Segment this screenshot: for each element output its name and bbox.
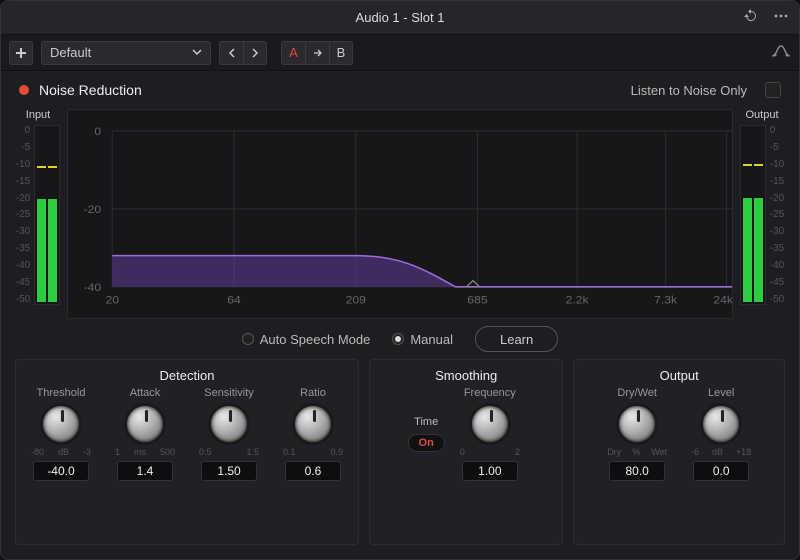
next-preset-button[interactable] <box>243 41 267 65</box>
smoothing-frequency-value[interactable]: 1.00 <box>462 461 518 481</box>
threshold-value[interactable]: -40.0 <box>33 461 89 481</box>
preset-select[interactable]: Default <box>41 41 211 65</box>
drywet-value[interactable]: 80.0 <box>609 461 665 481</box>
mode-row: Auto Speech Mode Manual Learn <box>1 319 799 359</box>
learn-button-label: Learn <box>500 332 533 347</box>
sensitivity-knob[interactable] <box>208 403 250 445</box>
titlebar: Audio 1 - Slot 1 <box>1 1 799 35</box>
auto-speech-mode-label: Auto Speech Mode <box>260 332 371 347</box>
ratio-knob[interactable] <box>292 403 334 445</box>
detection-panel-title: Detection <box>160 368 215 383</box>
drywet-label: Dry/Wet <box>617 387 657 399</box>
level-label: Level <box>708 387 734 399</box>
output-panel-title: Output <box>660 368 699 383</box>
smoothing-time-label: Time <box>414 416 438 428</box>
auto-speech-mode-radio[interactable]: Auto Speech Mode <box>242 332 371 347</box>
automation-icon[interactable] <box>771 44 791 61</box>
svg-text:-20: -20 <box>84 202 102 216</box>
sensitivity-label: Sensitivity <box>204 387 254 399</box>
copy-a-to-b-button[interactable] <box>305 41 329 65</box>
manual-mode-label: Manual <box>410 332 453 347</box>
attack-value[interactable]: 1.4 <box>117 461 173 481</box>
listen-only-checkbox[interactable] <box>765 82 781 98</box>
svg-text:64: 64 <box>227 293 241 307</box>
input-meter-label: Input <box>26 109 50 121</box>
add-preset-button[interactable] <box>9 41 33 65</box>
toolbar: Default A B <box>1 35 799 71</box>
prev-preset-button[interactable] <box>219 41 243 65</box>
ratio-value[interactable]: 0.6 <box>285 461 341 481</box>
output-panel: Output Dry/Wet Dry % Wet 80.0 Level <box>573 359 785 545</box>
detection-panel: Detection Threshold -80 dB -3 -40.0 Atta… <box>15 359 359 545</box>
ratio-label: Ratio <box>300 387 326 399</box>
level-knob[interactable] <box>700 403 742 445</box>
preset-select-label: Default <box>50 45 91 60</box>
window-title: Audio 1 - Slot 1 <box>356 10 445 25</box>
drywet-knob[interactable] <box>616 403 658 445</box>
learn-button[interactable]: Learn <box>475 326 558 352</box>
output-meter-label: Output <box>745 109 778 121</box>
undo-history-icon[interactable] <box>743 8 759 27</box>
svg-text:0: 0 <box>94 124 101 138</box>
compare-b-button[interactable]: B <box>329 41 353 65</box>
svg-text:209: 209 <box>346 293 366 307</box>
bypass-indicator-icon[interactable] <box>19 85 29 95</box>
smoothing-frequency-label: Frequency <box>464 387 516 399</box>
svg-text:24k: 24k <box>713 293 732 307</box>
smoothing-panel: Smoothing Time On Frequency 0 2 1.00 <box>369 359 563 545</box>
compare-a-button[interactable]: A <box>281 41 305 65</box>
spectrum-graph[interactable]: 0 -20 -40 20 64 209 685 2.2k 7.3k 24k <box>67 109 733 319</box>
input-meter: Input 0-5-10-15-20-25-30-35-40-45-50 <box>19 109 57 319</box>
attack-knob[interactable] <box>124 403 166 445</box>
output-meter: Output 0-5-10-15-20-25-30-35-40-45-50 <box>743 109 781 319</box>
listen-only-label: Listen to Noise Only <box>631 83 747 98</box>
svg-text:-40: -40 <box>84 280 102 294</box>
threshold-knob[interactable] <box>40 403 82 445</box>
manual-mode-radio[interactable]: Manual <box>392 332 453 347</box>
smoothing-frequency-knob[interactable] <box>469 403 511 445</box>
chevron-down-icon <box>192 45 202 60</box>
plugin-header: Noise Reduction Listen to Noise Only <box>1 71 799 109</box>
sensitivity-value[interactable]: 1.50 <box>201 461 257 481</box>
svg-text:20: 20 <box>106 293 120 307</box>
more-options-icon[interactable] <box>773 8 789 27</box>
svg-text:685: 685 <box>467 293 488 307</box>
threshold-label: Threshold <box>37 387 86 399</box>
smoothing-time-toggle[interactable]: On <box>408 434 445 452</box>
attack-label: Attack <box>130 387 161 399</box>
smoothing-panel-title: Smoothing <box>435 368 497 383</box>
plugin-name: Noise Reduction <box>39 82 142 98</box>
level-value[interactable]: 0.0 <box>693 461 749 481</box>
svg-text:2.2k: 2.2k <box>566 293 589 307</box>
svg-text:7.3k: 7.3k <box>654 293 677 307</box>
